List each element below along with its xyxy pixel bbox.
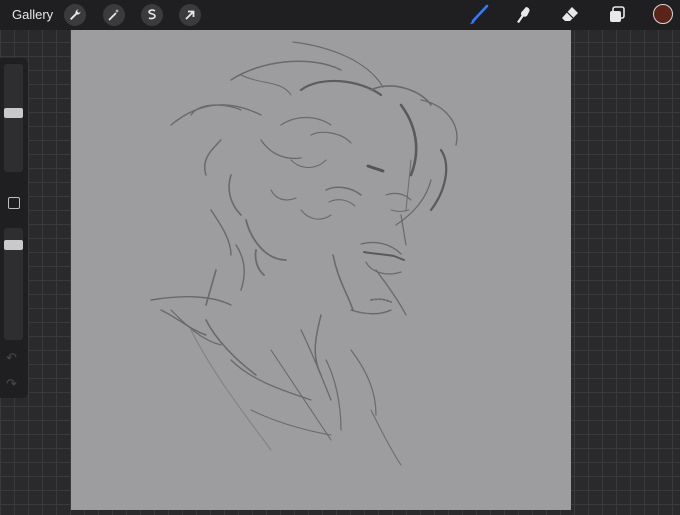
drawing-canvas[interactable] [71,30,571,510]
gallery-button[interactable]: Gallery [12,7,53,22]
opacity-slider[interactable] [4,228,23,340]
modify-button[interactable] [8,197,20,209]
brush-size-slider[interactable] [4,64,23,172]
layers-icon [610,6,625,22]
opacity-thumb[interactable] [4,240,23,250]
wrench-icon [70,9,81,20]
top-toolbar: Gallery [0,0,680,30]
smudge-icon [517,7,530,23]
magic-wand-icon [108,9,119,21]
undo-arrow-icon[interactable]: ↶ [6,350,17,366]
redo-arrow-icon[interactable]: ↷ [6,376,17,392]
transform-button[interactable] [179,4,201,26]
eraser-button[interactable] [558,3,582,27]
smudge-button[interactable] [512,3,536,27]
adjustments-button[interactable] [103,4,125,26]
left-sidebar: ↶ ↷ [0,58,28,398]
brush-button[interactable] [467,3,491,27]
brush-icon [470,4,489,25]
selection-button[interactable] [141,4,163,26]
layers-button[interactable] [605,3,629,27]
eraser-icon [562,7,578,21]
transform-arrow-icon [185,10,195,20]
sketch-artwork [150,41,458,466]
brush-size-thumb[interactable] [4,108,23,118]
selection-icon [148,9,156,20]
actions-wrench-button[interactable] [64,4,86,26]
color-swatch-button[interactable] [653,4,673,24]
